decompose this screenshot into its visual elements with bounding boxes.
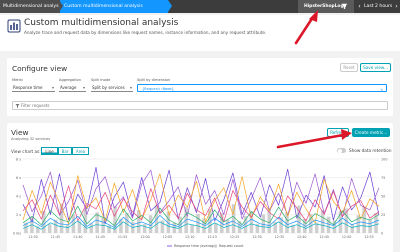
page-subtitle: Analyze trace and request data by dimens… [24, 30, 267, 35]
legend-request-count-swatch [214, 244, 217, 248]
management-zone-label: HipsterShopLogs [304, 4, 347, 9]
timeframe-previous-button[interactable]: ‹ [356, 0, 363, 13]
pencil-icon[interactable]: ✎ [381, 86, 383, 93]
view-chart-as-label: View chart as: [11, 149, 41, 154]
y-tick-left: 0 ms [13, 231, 22, 235]
x-tick-label: 12:05 [163, 235, 173, 239]
chart-type-bar[interactable]: Bar [58, 147, 72, 155]
data-retention-label: Show data retention [349, 148, 392, 153]
y-tick-left: 2 s [16, 213, 21, 217]
request-count-bar [41, 210, 46, 233]
configure-view-card: Configure view Reset Save view... Metric… [7, 58, 393, 116]
x-tick-label: 11:55 [118, 235, 128, 239]
request-count-bar [65, 224, 70, 233]
legend-request-count: Request count [219, 244, 244, 248]
split-mode-value: Split by services [92, 85, 125, 90]
split-dimension-label: Split by dimension [137, 78, 171, 82]
legend-response-time: Response time (average) [174, 244, 217, 248]
filter-requests-input[interactable]: Filter requests [12, 101, 388, 110]
breadcrumb-multidimensional-analysis[interactable]: Multidimensional analysis [0, 0, 63, 13]
view-subtitle: Analyzing 32 services [11, 137, 51, 141]
x-tick-label: 12:50 [342, 235, 352, 239]
metric-select[interactable]: Response time ▾ [12, 84, 55, 92]
view-title: View [11, 128, 29, 137]
aggregation-value: Average [60, 85, 77, 90]
aggregation-label: Aggregation [59, 78, 81, 82]
x-tick-label: 12:00 [140, 235, 150, 239]
request-count-bar [350, 224, 355, 233]
x-tick-label: 12:15 [207, 235, 217, 239]
chevron-down-icon: ▾ [129, 85, 132, 90]
x-tick-label: 11:30 [28, 235, 38, 239]
request-count-bar [47, 224, 52, 233]
timeframe-selector[interactable]: Last 2 hours [364, 0, 392, 13]
x-tick-label: 12:10 [185, 235, 195, 239]
x-tick-label: 12:45 [319, 235, 329, 239]
breadcrumb-label: Custom multidimensional analysis [64, 4, 143, 9]
page-header: Custom multidimensional analysis Analyze… [0, 15, 400, 51]
filter-icon [15, 104, 20, 108]
reset-button[interactable]: Reset [340, 63, 358, 72]
y-tick-left: 8 s [16, 157, 21, 161]
x-tick-label: 11:40 [73, 235, 83, 239]
split-dimension-value: {Request:Name} [142, 86, 175, 91]
filter-icon[interactable] [341, 3, 348, 10]
metric-value: Response time [13, 85, 43, 90]
top-bar: Multidimensional analysis Custom multidi… [0, 0, 400, 13]
response-time-chart: 0 ms 0 2 s 25 4 s 50 6 s 75 8 s 100 11:30 11:45 11:4… [13, 157, 388, 248]
view-card: View Analyzing 32 services Refresh Creat… [7, 123, 393, 252]
response-time-series-line [22, 185, 380, 223]
y-tick-right: 75 [381, 176, 385, 180]
x-tick-label: 12:25 [230, 235, 240, 239]
configure-view-title: Configure view [12, 64, 68, 73]
filter-requests-placeholder: Filter requests [21, 103, 50, 108]
request-count-bar [142, 224, 147, 233]
request-count-bar [89, 223, 94, 233]
breadcrumb-custom-analysis[interactable]: Custom multidimensional analysis [59, 0, 172, 13]
x-tick-label: 11:45 [95, 235, 105, 239]
x-tick-label: 12:40 [297, 235, 307, 239]
request-count-bar [279, 217, 283, 233]
chart-type-area[interactable]: Area [72, 147, 89, 155]
split-mode-label: Split mode [91, 78, 111, 82]
data-retention-toggle[interactable] [337, 148, 346, 153]
response-time-series-line [22, 220, 380, 230]
y-tick-right: 100 [381, 157, 387, 161]
timeframe-next-button[interactable]: › [393, 0, 400, 13]
metric-label: Metric [12, 78, 24, 82]
breadcrumb-label: Multidimensional analysis [3, 4, 63, 9]
y-tick-right: 50 [381, 194, 385, 198]
x-tick-label: 11:45 [51, 235, 61, 239]
save-view-button[interactable]: Save view... [360, 63, 391, 72]
page-title: Custom multidimensional analysis [24, 18, 179, 28]
y-tick-left: 4 s [16, 194, 21, 198]
x-tick-label: 12:35 [275, 235, 285, 239]
split-dimension-input[interactable]: {Request:Name} ✎ [137, 84, 387, 92]
management-zone-selector[interactable]: HipsterShopLogs [298, 0, 354, 13]
request-count-bar [214, 223, 218, 233]
y-tick-left: 6 s [16, 176, 21, 180]
multidimensional-analysis-icon [7, 19, 21, 33]
refresh-button[interactable]: Refresh [327, 128, 349, 137]
aggregation-select[interactable]: Average ▾ [59, 84, 86, 92]
y-tick-right: 0 [381, 231, 383, 235]
chart-type-line[interactable]: Line [41, 147, 58, 155]
request-count-bar [190, 224, 194, 233]
split-mode-select[interactable]: Split by services ▾ [91, 84, 133, 92]
x-tick-label: 12:55 [364, 235, 374, 239]
request-count-bar [261, 214, 266, 233]
chevron-down-icon: ▾ [82, 85, 85, 90]
y-tick-right: 25 [381, 213, 385, 217]
x-tick-label: 12:30 [252, 235, 262, 239]
create-metric-button[interactable]: Create metric... [352, 128, 390, 137]
chevron-down-icon: ▾ [51, 85, 54, 90]
